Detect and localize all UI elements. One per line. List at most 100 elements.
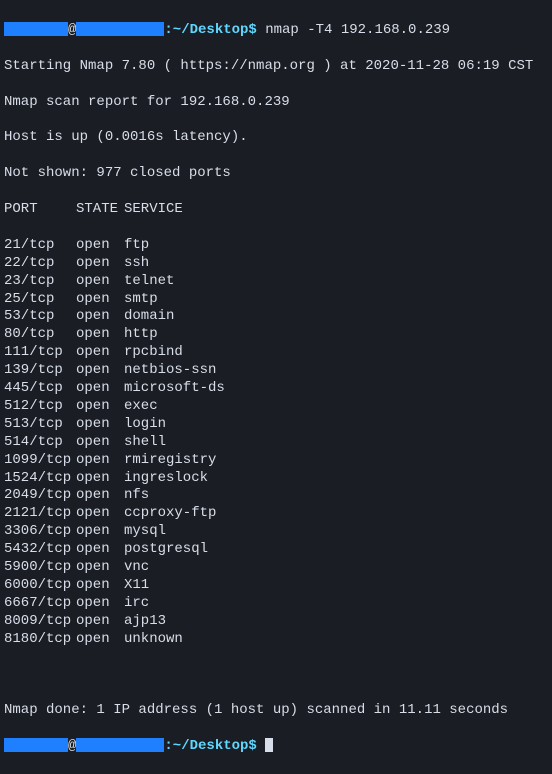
command-text	[257, 738, 265, 754]
state-cell: open	[76, 541, 124, 559]
state-cell: open	[76, 559, 124, 577]
service-cell: exec	[124, 398, 548, 416]
port-cell: 23/tcp	[4, 273, 76, 291]
command-text: nmap -T4 192.168.0.239	[257, 22, 450, 38]
port-cell: 513/tcp	[4, 416, 76, 434]
service-cell: rpcbind	[124, 344, 548, 362]
state-cell: open	[76, 273, 124, 291]
service-cell: nfs	[124, 487, 548, 505]
state-cell: open	[76, 434, 124, 452]
state-cell: open	[76, 362, 124, 380]
redacted-user	[4, 738, 68, 752]
port-header-row: PORTSTATESERVICE	[4, 201, 548, 219]
port-row: 6000/tcpopenX11	[4, 577, 548, 595]
service-cell: microsoft-ds	[124, 380, 548, 398]
port-row: 25/tcpopensmtp	[4, 291, 548, 309]
state-cell: open	[76, 452, 124, 470]
port-cell: 53/tcp	[4, 308, 76, 326]
port-list: 21/tcpopenftp22/tcpopenssh23/tcpopenteln…	[4, 237, 548, 649]
prompt-path: :~/Desktop$	[164, 738, 256, 754]
service-cell: vnc	[124, 559, 548, 577]
port-row: 22/tcpopenssh	[4, 255, 548, 273]
port-row: 8180/tcpopenunknown	[4, 631, 548, 649]
port-row: 513/tcpopenlogin	[4, 416, 548, 434]
port-cell: 80/tcp	[4, 326, 76, 344]
state-cell: open	[76, 577, 124, 595]
port-row: 3306/tcpopenmysql	[4, 523, 548, 541]
port-row: 1099/tcpopenrmiregistry	[4, 452, 548, 470]
port-row: 2049/tcpopennfs	[4, 487, 548, 505]
port-cell: 111/tcp	[4, 344, 76, 362]
service-cell: domain	[124, 308, 548, 326]
blank-line	[4, 667, 548, 685]
port-cell: 25/tcp	[4, 291, 76, 309]
port-cell: 2121/tcp	[4, 505, 76, 523]
port-row: 8009/tcpopenajp13	[4, 613, 548, 631]
port-cell: 22/tcp	[4, 255, 76, 273]
state-cell: open	[76, 505, 124, 523]
service-cell: X11	[124, 577, 548, 595]
port-row: 53/tcpopendomain	[4, 308, 548, 326]
state-cell: open	[76, 470, 124, 488]
service-cell: http	[124, 326, 548, 344]
port-row: 80/tcpopenhttp	[4, 326, 548, 344]
prompt-at: @	[68, 22, 76, 38]
state-cell: open	[76, 291, 124, 309]
nmap-start-line: Starting Nmap 7.80 ( https://nmap.org ) …	[4, 58, 548, 76]
state-cell: open	[76, 523, 124, 541]
port-row: 139/tcpopennetbios-ssn	[4, 362, 548, 380]
port-cell: 514/tcp	[4, 434, 76, 452]
service-cell: unknown	[124, 631, 548, 649]
state-cell: open	[76, 344, 124, 362]
port-row: 5900/tcpopenvnc	[4, 559, 548, 577]
state-cell: open	[76, 595, 124, 613]
cursor-icon	[265, 738, 273, 752]
port-row: 21/tcpopenftp	[4, 237, 548, 255]
prompt-at: @	[68, 738, 76, 754]
nmap-report-line: Nmap scan report for 192.168.0.239	[4, 94, 548, 112]
host-up-line: Host is up (0.0016s latency).	[4, 129, 548, 147]
state-cell: open	[76, 255, 124, 273]
port-cell: 139/tcp	[4, 362, 76, 380]
port-cell: 512/tcp	[4, 398, 76, 416]
state-cell: open	[76, 416, 124, 434]
state-cell: open	[76, 487, 124, 505]
state-cell: open	[76, 631, 124, 649]
port-cell: 21/tcp	[4, 237, 76, 255]
port-cell: 8180/tcp	[4, 631, 76, 649]
state-cell: open	[76, 308, 124, 326]
port-cell: 1099/tcp	[4, 452, 76, 470]
service-cell: shell	[124, 434, 548, 452]
service-cell: ingreslock	[124, 470, 548, 488]
service-cell: ssh	[124, 255, 548, 273]
port-row: 111/tcpopenrpcbind	[4, 344, 548, 362]
port-row: 23/tcpopentelnet	[4, 273, 548, 291]
port-cell: 2049/tcp	[4, 487, 76, 505]
terminal-output[interactable]: @ :~/Desktop$ nmap -T4 192.168.0.239 Star…	[4, 4, 548, 774]
service-cell: login	[124, 416, 548, 434]
port-cell: 6000/tcp	[4, 577, 76, 595]
prompt-line-1: @ :~/Desktop$ nmap -T4 192.168.0.239	[4, 22, 548, 40]
prompt-line-2: @ :~/Desktop$	[4, 738, 548, 756]
port-cell: 6667/tcp	[4, 595, 76, 613]
service-cell: telnet	[124, 273, 548, 291]
not-shown-line: Not shown: 977 closed ports	[4, 165, 548, 183]
redacted-host	[76, 738, 164, 752]
redacted-host	[76, 22, 164, 36]
service-cell: irc	[124, 595, 548, 613]
port-row: 1524/tcpopeningreslock	[4, 470, 548, 488]
service-cell: smtp	[124, 291, 548, 309]
state-cell: open	[76, 613, 124, 631]
nmap-done-line: Nmap done: 1 IP address (1 host up) scan…	[4, 702, 548, 720]
port-cell: 5900/tcp	[4, 559, 76, 577]
state-cell: open	[76, 398, 124, 416]
port-row: 6667/tcpopenirc	[4, 595, 548, 613]
prompt-path: :~/Desktop$	[164, 22, 256, 38]
state-cell: open	[76, 326, 124, 344]
port-row: 445/tcpopenmicrosoft-ds	[4, 380, 548, 398]
service-cell: ccproxy-ftp	[124, 505, 548, 523]
state-cell: open	[76, 380, 124, 398]
port-row: 514/tcpopenshell	[4, 434, 548, 452]
port-cell: 3306/tcp	[4, 523, 76, 541]
header-state: STATE	[76, 201, 124, 219]
